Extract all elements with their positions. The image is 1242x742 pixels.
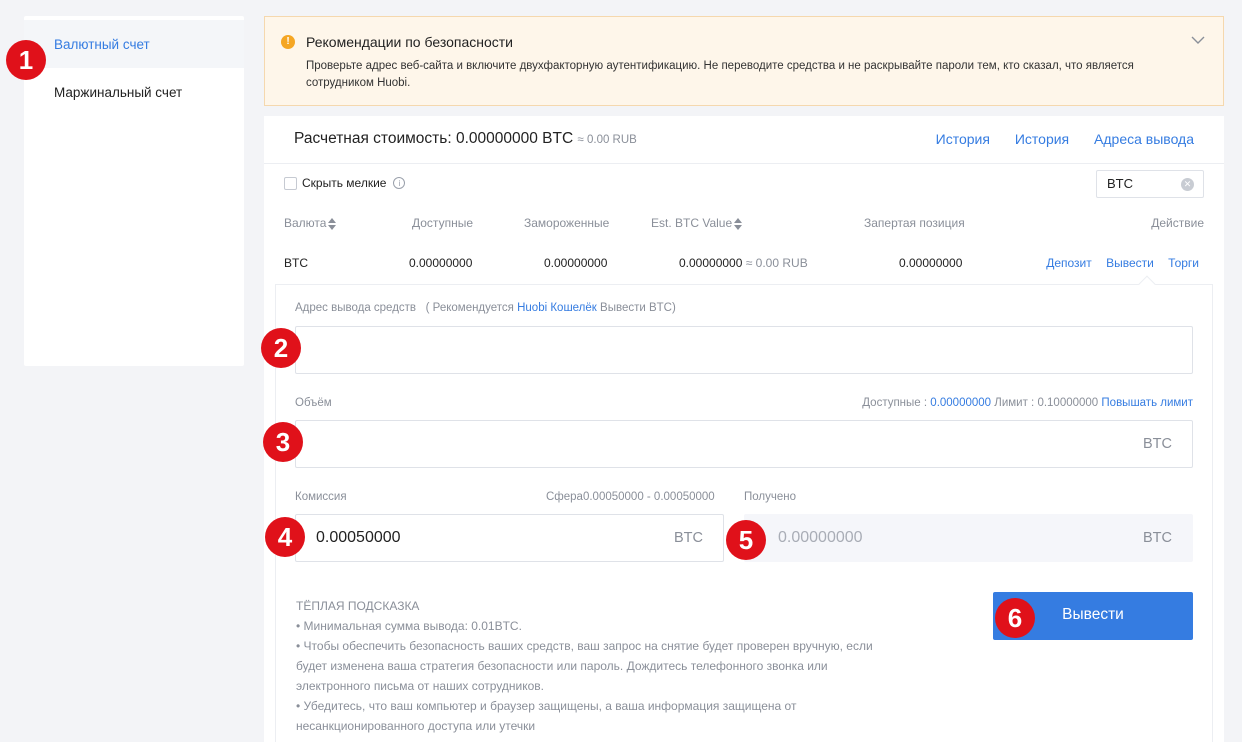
row-currency: BTC [284,256,308,270]
received-unit: BTC [1143,530,1172,546]
currency-search-input[interactable]: BTC ✕ [1096,170,1204,198]
estimated-value: Расчетная стоимость: 0.00000000 BTC ≈ 0.… [294,130,637,148]
sidebar-item-margin-account[interactable]: Маржинальный счет [24,68,244,116]
amount-info: Доступные : 0.00000000 Лимит : 0.1000000… [862,397,1193,409]
history-link[interactable]: История [936,131,990,147]
deposit-link[interactable]: Депозит [1046,256,1092,270]
tip-line: • Минимальная сумма вывода: 0.01BTC. [296,619,522,633]
annotation-badge-3: 3 [263,422,303,462]
sidebar-item-spot-account[interactable]: Валютный счет [24,20,244,68]
fee-unit: BTC [674,530,703,546]
table-row: BTC 0.00000000 0.00000000 0.00000000 ≈ 0… [284,256,1204,276]
row-available: 0.00000000 [409,256,473,270]
hide-small-checkbox[interactable] [284,176,297,190]
row-actions: Депозит Вывести Торги [1035,256,1199,270]
info-icon[interactable]: i [393,177,406,189]
huobi-wallet-link[interactable]: Huobi Кошелёк [517,302,597,314]
annotation-badge-5: 5 [726,520,766,560]
received-label: Получено [744,491,797,503]
address-field[interactable] [295,326,1193,374]
security-alert: ! Рекомендации по безопасности Проверьте… [264,16,1224,106]
exclamation-icon: ! [281,35,295,49]
withdraw-panel: Расчетная стоимость: 0.00000000 BTC ≈ 0.… [264,116,1224,742]
sort-icon[interactable] [328,217,337,230]
sort-icon[interactable] [734,217,743,230]
row-est-value: 0.00000000 ≈ 0.00 RUB [679,256,808,270]
panel-notch [1138,275,1156,293]
address-label: Адрес вывода средств ( Рекомендуется Huo… [295,302,676,314]
fee-label: Комиссия [295,491,347,503]
annotation-badge-4: 4 [265,517,305,557]
row-frozen: 0.00000000 [544,256,608,270]
received-value: 0.00000000 [778,529,863,546]
estimated-value-fiat: ≈ 0.00 RUB [577,134,637,146]
amount-input[interactable] [296,421,1192,467]
address-input[interactable] [296,327,1192,373]
warm-tips: ТЁПЛАЯ ПОДСКАЗКА • Минимальная сумма выв… [296,596,886,736]
search-value: BTC [1107,176,1133,191]
header-locked: Запертая позиция [864,216,965,230]
hide-small-filter: Скрыть мелкие i [284,176,406,190]
fee-input[interactable] [296,515,723,561]
header-est-value[interactable]: Est. BTC Value [651,216,743,230]
row-locked: 0.00000000 [899,256,963,270]
fee-field[interactable]: BTC [295,514,724,562]
tip-line: • Чтобы обеспечить безопасность ваших ср… [296,639,873,693]
limit-value: 0.10000000 [1037,397,1099,409]
withdraw-addresses-link[interactable]: Адреса вывода [1094,131,1194,147]
top-links: История История Адреса вывода [915,131,1194,147]
header-action: Действие [1151,216,1204,230]
available-value: 0.00000000 [930,397,992,409]
alert-text: Проверьте адрес веб-сайта и включите дву… [306,60,1134,89]
withdraw-link[interactable]: Вывести [1106,256,1154,270]
received-field: 0.00000000 BTC [744,514,1193,562]
header-frozen: Замороженные [524,216,610,230]
raise-limit-link[interactable]: Повышать лимит [1101,397,1193,409]
clear-icon[interactable]: ✕ [1181,178,1194,191]
withdraw-form: Адрес вывода средств ( Рекомендуется Huo… [275,275,1213,742]
tips-title: ТЁПЛАЯ ПОДСКАЗКА [296,599,420,613]
amount-label: Объём [295,397,332,409]
alert-title: Рекомендации по безопасности [306,34,513,50]
annotation-badge-1: 1 [6,40,46,80]
balance-bar: Расчетная стоимость: 0.00000000 BTC ≈ 0.… [264,116,1224,164]
table-header: Валюта Доступные Замороженные Est. BTC V… [284,216,1204,236]
tip-line: • Убедитесь, что ваш компьютер и браузер… [296,699,797,733]
trade-link[interactable]: Торги [1168,256,1199,270]
fee-range: Сфера0.00050000 - 0.00050000 [546,491,715,503]
amount-field[interactable]: BTC [295,420,1193,468]
chevron-down-icon[interactable] [1191,33,1205,47]
history-link-2[interactable]: История [1015,131,1069,147]
header-currency[interactable]: Валюта [284,216,337,230]
estimated-value-label: Расчетная стоимость: 0.00000000 BTC [294,130,574,147]
amount-unit: BTC [1143,436,1172,452]
hide-small-label: Скрыть мелкие [302,176,387,190]
annotation-badge-2: 2 [261,328,301,368]
sidebar: Валютный счет Маржинальный счет [24,16,244,366]
annotation-badge-6: 6 [995,598,1035,638]
header-available: Доступные [412,216,473,230]
